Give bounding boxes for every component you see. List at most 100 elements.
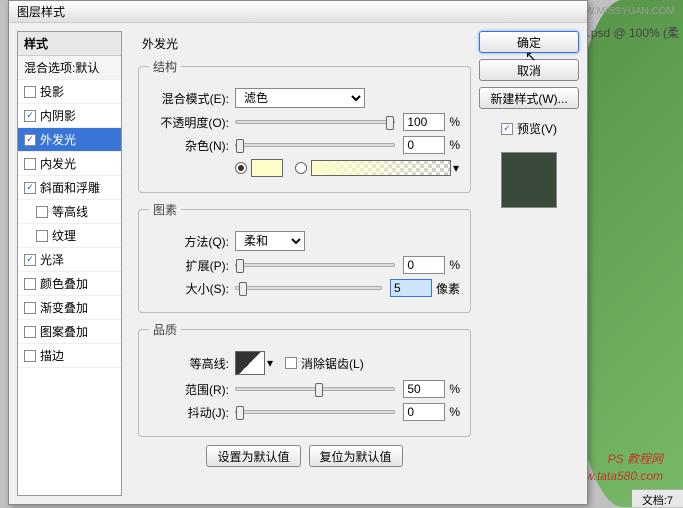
- sidebar-header[interactable]: 样式: [18, 32, 121, 56]
- sidebar-item-label: 斜面和浮雕: [40, 179, 100, 196]
- style-checkbox[interactable]: ✓: [24, 110, 36, 122]
- noise-unit: %: [449, 138, 460, 152]
- style-checkbox[interactable]: [24, 326, 36, 338]
- jitter-input[interactable]: [403, 403, 445, 421]
- style-checkbox[interactable]: [24, 278, 36, 290]
- sidebar-item-颜色叠加[interactable]: 颜色叠加: [18, 272, 121, 296]
- blend-mode-select[interactable]: 滤色: [235, 88, 365, 108]
- size-label: 大小(S):: [149, 280, 229, 297]
- sidebar-item-图案叠加[interactable]: 图案叠加: [18, 320, 121, 344]
- dialog-titlebar[interactable]: 图层样式: [9, 1, 587, 23]
- opacity-input[interactable]: [403, 113, 445, 131]
- gradient-radio[interactable]: [295, 162, 307, 174]
- sidebar-item-label: 纹理: [52, 227, 76, 244]
- technique-select[interactable]: 柔和: [235, 231, 305, 251]
- main-panel: 外发光 结构 混合模式(E): 滤色 不透明度(O): % 杂色(N):: [130, 31, 479, 496]
- sidebar-item-描边[interactable]: 描边: [18, 344, 121, 368]
- range-unit: %: [449, 382, 460, 396]
- quality-group: 品质 等高线: ▾ 消除锯齿(L) 范围(R): % 抖动(J):: [138, 321, 471, 437]
- quality-legend: 品质: [149, 321, 181, 338]
- sidebar-item-光泽[interactable]: ✓ 光泽: [18, 248, 121, 272]
- jitter-slider[interactable]: [235, 410, 395, 414]
- sidebar-item-label: 颜色叠加: [40, 275, 88, 292]
- style-checkbox[interactable]: [36, 230, 48, 242]
- bg-doc-title: ce.psd @ 100% (柔: [575, 24, 679, 41]
- noise-input[interactable]: [403, 136, 445, 154]
- opacity-label: 不透明度(O):: [149, 114, 229, 131]
- antialias-label: 消除锯齿(L): [301, 355, 364, 372]
- contour-picker[interactable]: [235, 351, 265, 375]
- size-input[interactable]: [390, 279, 432, 297]
- style-checkbox[interactable]: [24, 86, 36, 98]
- sidebar-item-label: 描边: [40, 347, 64, 364]
- noise-label: 杂色(N):: [149, 137, 229, 154]
- size-slider[interactable]: [235, 286, 382, 290]
- color-radio[interactable]: [235, 162, 247, 174]
- footer-brand: PS 教程网: [608, 450, 663, 467]
- style-checkbox[interactable]: ✓: [24, 254, 36, 266]
- opacity-slider[interactable]: [235, 120, 395, 124]
- sidebar-item-斜面和浮雕[interactable]: ✓ 斜面和浮雕: [18, 176, 121, 200]
- sidebar-item-label: 光泽: [40, 251, 64, 268]
- range-input[interactable]: [403, 380, 445, 398]
- contour-label: 等高线:: [149, 355, 229, 372]
- glow-gradient-picker[interactable]: [311, 160, 451, 176]
- preview-label: 预览(V): [517, 120, 557, 137]
- layer-style-dialog: 图层样式 样式 混合选项:默认 投影 ✓ 内阴影 ✓ 外发光内发光 ✓ 斜面和浮雕等高线纹理…: [8, 0, 588, 505]
- structure-legend: 结构: [149, 58, 181, 75]
- jitter-unit: %: [449, 405, 460, 419]
- cancel-button[interactable]: 取消: [479, 59, 579, 81]
- status-bar: 文档:7: [632, 489, 683, 507]
- right-column: 确定 取消 新建样式(W)... ✓ 预览(V): [479, 31, 579, 496]
- element-group: 图素 方法(Q): 柔和 扩展(P): % 大小(S): 像素: [138, 201, 471, 313]
- sidebar-item-投影[interactable]: 投影: [18, 80, 121, 104]
- sidebar-item-label: 内发光: [40, 155, 76, 172]
- jitter-label: 抖动(J):: [149, 404, 229, 421]
- sidebar-item-label: 图案叠加: [40, 323, 88, 340]
- sidebar-item-渐变叠加[interactable]: 渐变叠加: [18, 296, 121, 320]
- sidebar-item-外发光[interactable]: ✓ 外发光: [18, 128, 121, 152]
- blend-mode-label: 混合模式(E):: [149, 90, 229, 107]
- sidebar-item-纹理[interactable]: 纹理: [18, 224, 121, 248]
- element-legend: 图素: [149, 201, 181, 218]
- set-default-button[interactable]: 设置为默认值: [206, 445, 300, 467]
- spread-input[interactable]: [403, 256, 445, 274]
- spread-unit: %: [449, 258, 460, 272]
- preview-swatch: [501, 152, 557, 208]
- style-checkbox[interactable]: [36, 206, 48, 218]
- blend-options-default[interactable]: 混合选项:默认: [18, 56, 121, 80]
- spread-label: 扩展(P):: [149, 257, 229, 274]
- style-checkbox[interactable]: [24, 302, 36, 314]
- sidebar-item-label: 内阴影: [40, 107, 76, 124]
- spread-slider[interactable]: [235, 263, 395, 267]
- style-checkbox[interactable]: [24, 158, 36, 170]
- style-checkbox[interactable]: ✓: [24, 182, 36, 194]
- range-label: 范围(R):: [149, 381, 229, 398]
- sidebar-item-等高线[interactable]: 等高线: [18, 200, 121, 224]
- sidebar-item-内发光[interactable]: 内发光: [18, 152, 121, 176]
- sidebar-item-label: 等高线: [52, 203, 88, 220]
- sidebar-item-内阴影[interactable]: ✓ 内阴影: [18, 104, 121, 128]
- antialias-checkbox[interactable]: [285, 357, 297, 369]
- noise-slider[interactable]: [235, 143, 395, 147]
- gradient-dropdown-icon[interactable]: ▾: [453, 161, 459, 175]
- sidebar-item-label: 投影: [40, 83, 64, 100]
- style-checkbox[interactable]: [24, 350, 36, 362]
- contour-dropdown-icon[interactable]: ▾: [267, 356, 273, 370]
- size-unit: 像素: [436, 280, 460, 297]
- panel-title: 外发光: [142, 35, 471, 52]
- sidebar-item-label: 外发光: [40, 131, 76, 148]
- style-checkbox[interactable]: ✓: [24, 134, 36, 146]
- opacity-unit: %: [449, 115, 460, 129]
- structure-group: 结构 混合模式(E): 滤色 不透明度(O): % 杂色(N): %: [138, 58, 471, 193]
- dialog-title: 图层样式: [17, 3, 65, 20]
- reset-default-button[interactable]: 复位为默认值: [309, 445, 403, 467]
- glow-color-swatch[interactable]: [251, 159, 283, 177]
- ok-button[interactable]: 确定: [479, 31, 579, 53]
- styles-sidebar: 样式 混合选项:默认 投影 ✓ 内阴影 ✓ 外发光内发光 ✓ 斜面和浮雕等高线纹理 ✓ 光泽颜色…: [17, 31, 122, 496]
- sidebar-item-label: 渐变叠加: [40, 299, 88, 316]
- range-slider[interactable]: [235, 387, 395, 391]
- new-style-button[interactable]: 新建样式(W)...: [479, 87, 579, 109]
- technique-label: 方法(Q):: [149, 233, 229, 250]
- preview-checkbox[interactable]: ✓: [501, 123, 513, 135]
